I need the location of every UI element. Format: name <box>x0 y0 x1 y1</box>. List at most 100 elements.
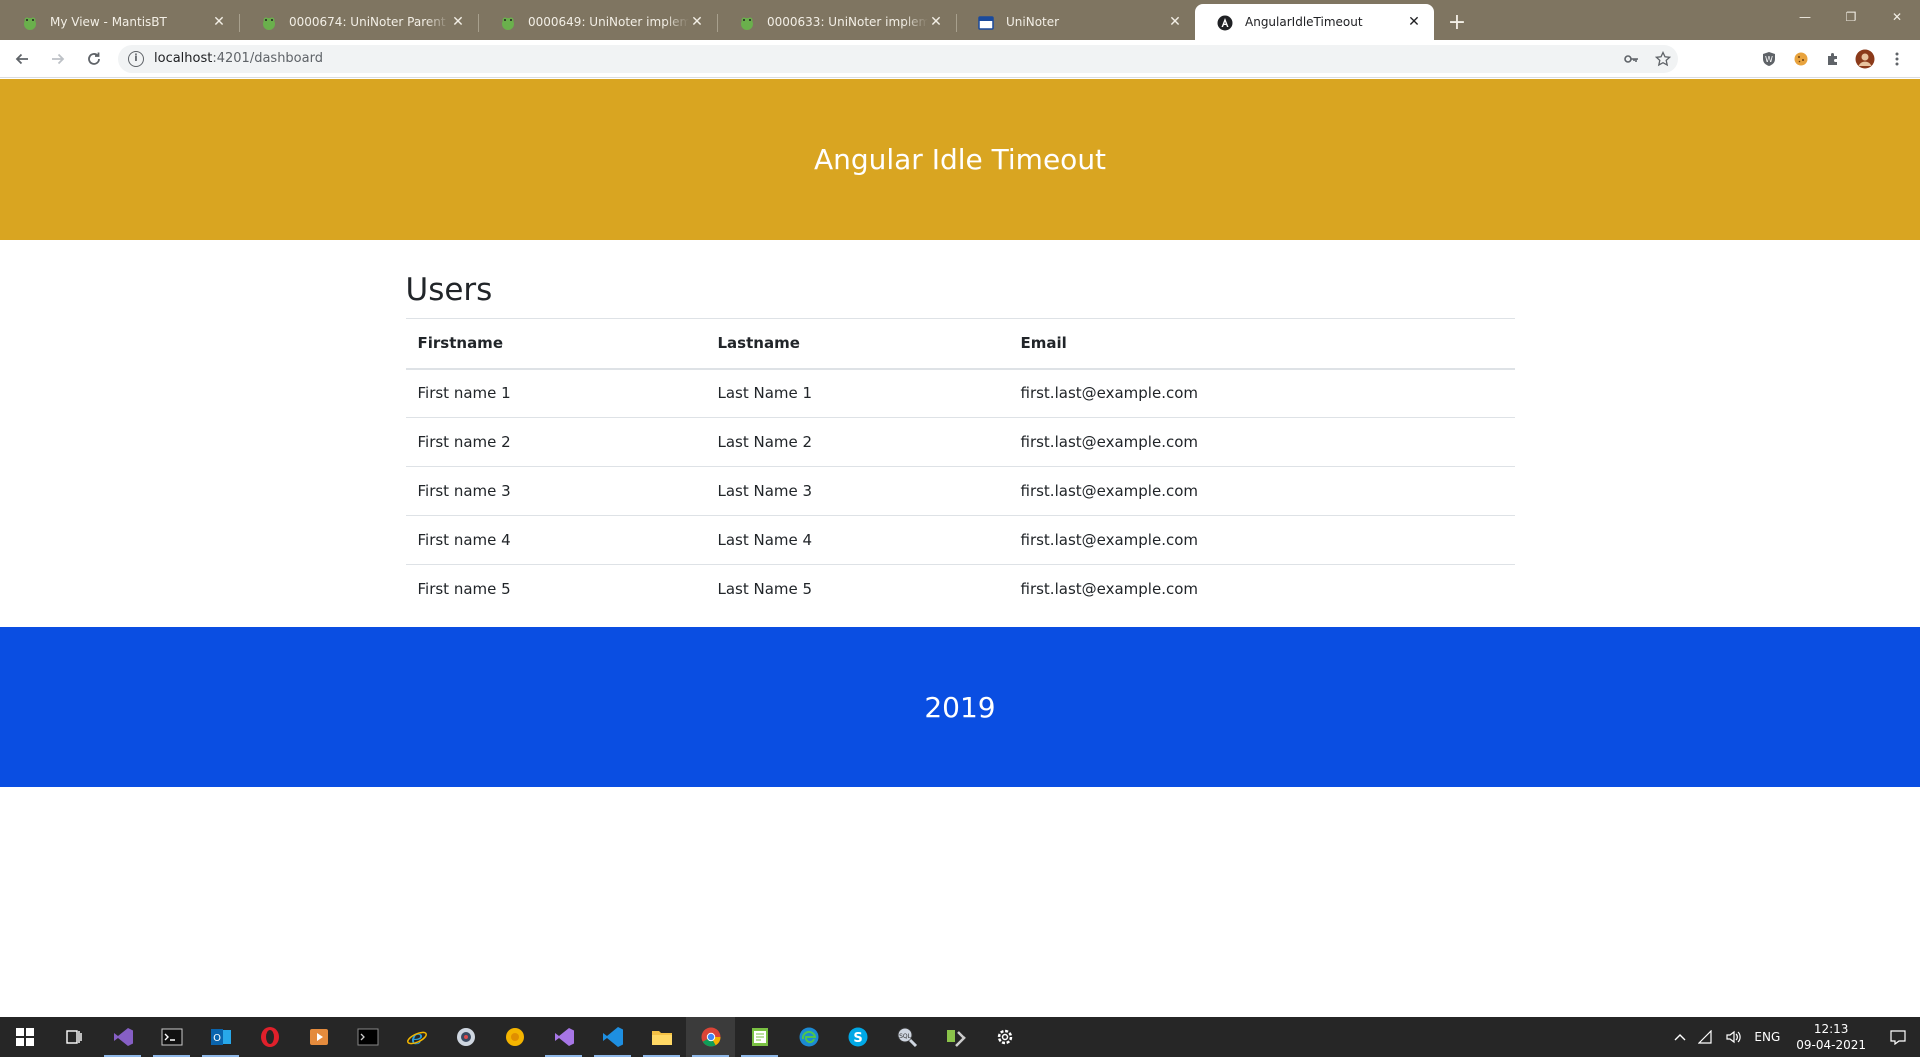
mantis-frog-icon <box>741 17 753 30</box>
file-explorer-icon[interactable] <box>637 1017 686 1057</box>
app-header-title: Angular Idle Timeout <box>813 143 1107 176</box>
svg-text:e: e <box>411 1026 423 1048</box>
new-tab-button[interactable]: + <box>1442 7 1472 37</box>
photo-app-icon[interactable] <box>441 1017 490 1057</box>
browser-tab[interactable]: 0000633: UniNoter implementation ✕ <box>717 4 956 40</box>
task-view-icon[interactable] <box>49 1017 98 1057</box>
star-icon[interactable] <box>1648 44 1678 74</box>
opera-icon[interactable] <box>245 1017 294 1057</box>
cell-firstname: First name 3 <box>405 466 706 516</box>
url-host: localhost <box>154 51 213 66</box>
tools-icon[interactable] <box>931 1017 980 1057</box>
table-row: First name 3 Last Name 3 first.last@exam… <box>405 466 1515 516</box>
notifications-icon[interactable] <box>1876 1017 1920 1057</box>
cmd-icon[interactable] <box>343 1017 392 1057</box>
arrow-right-icon <box>52 53 65 64</box>
cell-firstname: First name 2 <box>405 417 706 467</box>
angular-icon <box>1217 15 1233 31</box>
chrome-icon[interactable] <box>686 1017 735 1057</box>
close-window-icon[interactable]: ✕ <box>1874 0 1920 34</box>
column-header-lastname: Lastname <box>705 318 1009 370</box>
cell-lastname: Last Name 4 <box>705 515 1009 565</box>
close-icon[interactable]: ✕ <box>689 14 705 30</box>
table-row: First name 4 Last Name 4 first.last@exam… <box>405 515 1515 565</box>
page-title: Users <box>405 272 493 308</box>
column-header-firstname: Firstname <box>405 318 706 370</box>
sql-icon[interactable]: SQL <box>882 1017 931 1057</box>
puzzle-icon[interactable] <box>1818 44 1848 74</box>
visual-studio-icon[interactable] <box>98 1017 147 1057</box>
cell-email: first.last@example.com <box>1008 368 1515 418</box>
page-content: Angular Idle Timeout Users Firstname Las… <box>0 79 1920 1015</box>
browser-tab[interactable]: My View - MantisBT ✕ <box>0 4 239 40</box>
url-path: :4201/dashboard <box>212 51 323 66</box>
browser-tab-bar: My View - MantisBT ✕ 0000674: UniNoter P… <box>0 0 1920 40</box>
clock[interactable]: 12:13 09-04-2021 <box>1786 1021 1876 1053</box>
tab-title: 0000633: UniNoter implementation <box>767 15 928 29</box>
table-row: First name 5 Last Name 5 first.last@exam… <box>405 564 1515 614</box>
edge-icon[interactable] <box>784 1017 833 1057</box>
language-indicator[interactable]: ENG <box>1748 1017 1786 1057</box>
kebab-menu-icon[interactable] <box>1882 44 1912 74</box>
browser-tab[interactable]: 0000674: UniNoter Parent popup ✕ <box>239 4 478 40</box>
browser-tab[interactable]: UniNoter ✕ <box>956 4 1195 40</box>
cell-firstname: First name 1 <box>405 368 706 418</box>
window-controls: — ❐ ✕ <box>1782 0 1920 34</box>
volume-icon[interactable] <box>1720 1017 1748 1057</box>
vscode-icon[interactable] <box>588 1017 637 1057</box>
clock-date: 09-04-2021 <box>1796 1038 1866 1052</box>
close-icon[interactable]: ✕ <box>211 14 227 30</box>
chevron-up-icon[interactable] <box>1668 1017 1692 1057</box>
media-player-icon[interactable] <box>294 1017 343 1057</box>
mantis-frog-icon <box>24 17 36 30</box>
browser-tab-active[interactable]: AngularIdleTimeout ✕ <box>1195 4 1434 40</box>
users-table: Firstname Lastname Email First name 1 La… <box>405 318 1515 614</box>
tab-title: My View - MantisBT <box>50 15 167 29</box>
windows-taskbar: O e S SQL ENG 12:13 09-04-2021 <box>0 1017 1920 1057</box>
cell-firstname: First name 5 <box>405 564 706 614</box>
cell-lastname: Last Name 5 <box>705 564 1009 614</box>
cell-lastname: Last Name 1 <box>705 368 1009 418</box>
uninoter-icon <box>978 16 994 30</box>
clock-time: 12:13 <box>1813 1022 1849 1036</box>
chrome-canary-icon[interactable] <box>490 1017 539 1057</box>
skype-icon[interactable]: S <box>833 1017 882 1057</box>
avatar[interactable] <box>1850 44 1880 74</box>
cell-lastname: Last Name 3 <box>705 466 1009 516</box>
settings-icon[interactable] <box>980 1017 1029 1057</box>
terminal-icon[interactable] <box>147 1017 196 1057</box>
footer-year: 2019 <box>924 690 996 724</box>
close-icon[interactable]: ✕ <box>1167 14 1183 30</box>
table-row: First name 1 Last Name 1 first.last@exam… <box>405 368 1515 418</box>
notepad-icon[interactable] <box>735 1017 784 1057</box>
key-icon[interactable] <box>1616 44 1646 74</box>
cell-email: first.last@example.com <box>1008 515 1515 565</box>
browser-toolbar: i localhost:4201/dashboard W <box>0 40 1920 78</box>
svg-text:S: S <box>853 1031 862 1046</box>
restore-icon[interactable]: ❐ <box>1828 0 1874 34</box>
info-icon[interactable]: i <box>128 50 144 67</box>
shield-extension-icon[interactable]: W <box>1754 44 1784 74</box>
outlook-icon[interactable]: O <box>196 1017 245 1057</box>
cookie-extension-icon[interactable] <box>1786 44 1816 74</box>
close-icon[interactable]: ✕ <box>450 14 466 30</box>
close-icon[interactable]: ✕ <box>928 14 944 30</box>
table-row: First name 2 Last Name 2 first.last@exam… <box>405 417 1515 467</box>
browser-tab[interactable]: 0000649: UniNoter implementation ✕ <box>478 4 717 40</box>
start-icon[interactable] <box>0 1017 49 1057</box>
app-footer: 2019 <box>0 627 1920 787</box>
forward-button[interactable] <box>44 45 72 73</box>
reload-icon <box>88 52 100 65</box>
network-icon[interactable] <box>1692 1017 1720 1057</box>
cell-lastname: Last Name 2 <box>705 417 1009 467</box>
close-icon[interactable]: ✕ <box>1406 14 1422 30</box>
visual-studio-purple-icon[interactable] <box>539 1017 588 1057</box>
reload-button[interactable] <box>80 45 108 73</box>
tab-title: UniNoter <box>1006 15 1060 29</box>
address-bar[interactable]: i localhost:4201/dashboard <box>118 44 1678 74</box>
svg-text:W: W <box>1765 55 1773 64</box>
ie-icon[interactable]: e <box>392 1017 441 1057</box>
back-button[interactable] <box>8 45 36 73</box>
users-section: Users Firstname Lastname Email First nam… <box>405 240 1515 614</box>
minimize-icon[interactable]: — <box>1782 0 1828 34</box>
